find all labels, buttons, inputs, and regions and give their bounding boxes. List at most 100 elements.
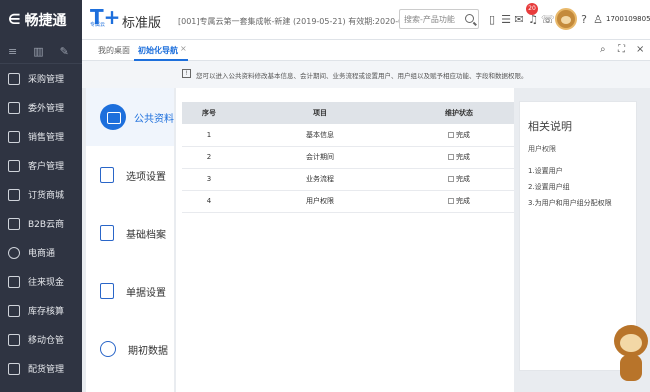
state-label: 完成 bbox=[456, 175, 470, 183]
menu-base-archive[interactable]: 基础档案 bbox=[86, 204, 174, 262]
row-seq: 4 bbox=[182, 190, 236, 213]
sidebar-item-customers[interactable]: 客户管理 bbox=[0, 151, 82, 180]
mobile-icon[interactable]: ▯ bbox=[486, 13, 498, 26]
table-row[interactable]: 4 用户权限 完成 bbox=[182, 190, 514, 213]
checkbox[interactable] bbox=[448, 154, 454, 160]
product-logo-sub: 专属云 bbox=[90, 22, 106, 28]
layout-icon[interactable]: ▥ bbox=[33, 45, 43, 58]
col-item: 项目 bbox=[236, 102, 404, 124]
sidebar-item-outsourcing[interactable]: 委外管理 bbox=[0, 93, 82, 122]
col-seq: 序号 bbox=[182, 102, 236, 124]
row-state: 完成 bbox=[404, 168, 514, 191]
sidebar-item-label: 移动仓管 bbox=[28, 336, 65, 346]
edition-label: 标准版 bbox=[122, 16, 162, 31]
mail-icon[interactable]: ✉ bbox=[513, 13, 525, 26]
sidebar-item-distribution[interactable]: 配货管理 bbox=[0, 354, 82, 383]
search-input[interactable] bbox=[400, 10, 464, 28]
row-item[interactable]: 用户权限 bbox=[236, 190, 404, 213]
checkbox[interactable] bbox=[448, 198, 454, 204]
table-row[interactable]: 3 业务流程 完成 bbox=[182, 168, 514, 191]
tab-desktop[interactable]: 我的桌面 bbox=[98, 45, 130, 56]
tab-init-nav[interactable]: 初始化导航 bbox=[138, 45, 178, 56]
help-subtitle: 用户权限 bbox=[528, 145, 556, 153]
sidebar-item-mobile-warehouse[interactable]: 移动仓管 bbox=[0, 325, 82, 354]
main-panel: 序号 项目 维护状态 1 基本信息 完成 2 会计期间 完成 3 业务流程 完成 bbox=[176, 88, 514, 392]
menu-label: 选项设置 bbox=[126, 171, 166, 183]
store-icon bbox=[8, 188, 20, 201]
help-title: 相关说明 bbox=[528, 120, 572, 133]
sidebar-item-label: 往来现金 bbox=[28, 278, 65, 288]
menu-label: 基础档案 bbox=[126, 229, 166, 241]
close-icon[interactable]: × bbox=[180, 44, 187, 53]
sidebar-item-label: 采购管理 bbox=[28, 75, 65, 85]
distribution-icon bbox=[8, 362, 20, 375]
sidebar-item-cash[interactable]: 往来现金 bbox=[0, 267, 82, 296]
fullscreen-icon[interactable]: ⛶ bbox=[618, 44, 625, 55]
cart-icon bbox=[8, 72, 20, 85]
sidebar-item-label: 库存核算 bbox=[28, 307, 65, 317]
menu-options[interactable]: 选项设置 bbox=[86, 146, 174, 204]
user-phone[interactable]: 17001098058 bbox=[606, 15, 650, 23]
checkbox[interactable] bbox=[448, 131, 454, 138]
mascot-body bbox=[620, 355, 642, 381]
menu-icon[interactable]: ☰ bbox=[500, 13, 512, 26]
row-item[interactable]: 基本信息 bbox=[236, 124, 404, 147]
sidebar-item-sales[interactable]: 销售管理 bbox=[0, 122, 82, 151]
help-line: 1.设置用户 bbox=[528, 167, 563, 175]
help-line: 2.设置用户组 bbox=[528, 183, 570, 191]
notice-bar: ! 您可以进入公共资料修改基本信息、会计期间、业务流程或设置用户、用户组以及赋予… bbox=[82, 61, 650, 88]
bell-icon[interactable]: ♫ bbox=[527, 13, 539, 26]
state-label: 完成 bbox=[456, 130, 470, 139]
table-header-row: 序号 项目 维护状态 bbox=[182, 102, 514, 124]
search-box[interactable] bbox=[399, 9, 479, 29]
row-item[interactable]: 业务流程 bbox=[236, 168, 404, 191]
search-icon[interactable] bbox=[465, 14, 474, 23]
brand-logo[interactable]: ∈ 畅捷通 bbox=[0, 0, 82, 40]
sidebar-item-ecommerce[interactable]: 电商通 bbox=[0, 238, 82, 267]
close-icon[interactable]: × bbox=[636, 44, 644, 55]
customer-icon bbox=[8, 159, 20, 172]
menu-label: 单据设置 bbox=[126, 287, 166, 299]
brand-arrow-icon: ∈ bbox=[8, 12, 21, 28]
mobile-warehouse-icon bbox=[8, 333, 20, 346]
row-state: 完成 bbox=[404, 190, 514, 213]
notice-text: 您可以进入公共资料修改基本信息、会计期间、业务流程或设置用户、用户组以及赋予相应… bbox=[196, 72, 528, 80]
chart-icon bbox=[8, 130, 20, 143]
state-label: 完成 bbox=[456, 197, 470, 205]
edit-icon[interactable]: ✎ bbox=[60, 45, 69, 58]
b2b-icon bbox=[8, 217, 20, 230]
sidebar-toolbar: ≡ ▥ ✎ bbox=[0, 40, 82, 64]
list-settings-icon bbox=[100, 167, 114, 183]
table-row[interactable]: 1 基本信息 完成 bbox=[182, 124, 514, 147]
maintenance-table: 序号 项目 维护状态 1 基本信息 完成 2 会计期间 完成 3 业务流程 完成 bbox=[182, 102, 514, 213]
phone-call-icon[interactable]: ☏ bbox=[541, 13, 555, 26]
sidebar-item-label: 配货管理 bbox=[28, 365, 65, 375]
collapse-menu-icon[interactable]: ≡ bbox=[8, 45, 17, 58]
row-item[interactable]: 会计期间 bbox=[236, 146, 404, 169]
info-icon: ! bbox=[182, 69, 191, 78]
init-nav-menu: 公共资料 选项设置 基础档案 单据设置 期初数据 bbox=[86, 88, 174, 392]
account-info[interactable]: [001]专属云第一套集成帐-新建 (2019-05-21) 有效期:2020-… bbox=[178, 16, 421, 27]
sidebar-item-order-mall[interactable]: 订货商城 bbox=[0, 180, 82, 209]
monkey-mascot-icon[interactable] bbox=[612, 325, 650, 383]
sidebar-item-purchase[interactable]: 采购管理 bbox=[0, 64, 82, 93]
ecommerce-icon bbox=[8, 246, 20, 259]
sidebar-item-label: 销售管理 bbox=[28, 133, 65, 143]
help-icon[interactable]: ? bbox=[578, 13, 590, 26]
table-row[interactable]: 2 会计期间 完成 bbox=[182, 146, 514, 169]
database-icon bbox=[100, 341, 116, 357]
user-icon[interactable]: ♙ bbox=[592, 13, 604, 26]
calendar-doc-icon bbox=[100, 283, 114, 299]
menu-public-data[interactable]: 公共资料 bbox=[86, 88, 174, 146]
row-seq: 2 bbox=[182, 146, 236, 169]
menu-opening-data[interactable]: 期初数据 bbox=[86, 320, 174, 378]
menu-doc-settings[interactable]: 单据设置 bbox=[86, 262, 174, 320]
monkey-avatar-icon[interactable] bbox=[555, 8, 577, 30]
checkbox[interactable] bbox=[448, 176, 454, 182]
row-seq: 1 bbox=[182, 124, 236, 147]
sidebar-item-label: 订货商城 bbox=[28, 191, 65, 201]
briefcase-icon bbox=[100, 104, 126, 130]
sidebar-item-inventory[interactable]: 库存核算 bbox=[0, 296, 82, 325]
sidebar-item-b2b[interactable]: B2B云商 bbox=[0, 209, 82, 238]
search-icon[interactable]: ⌕ bbox=[600, 44, 606, 55]
